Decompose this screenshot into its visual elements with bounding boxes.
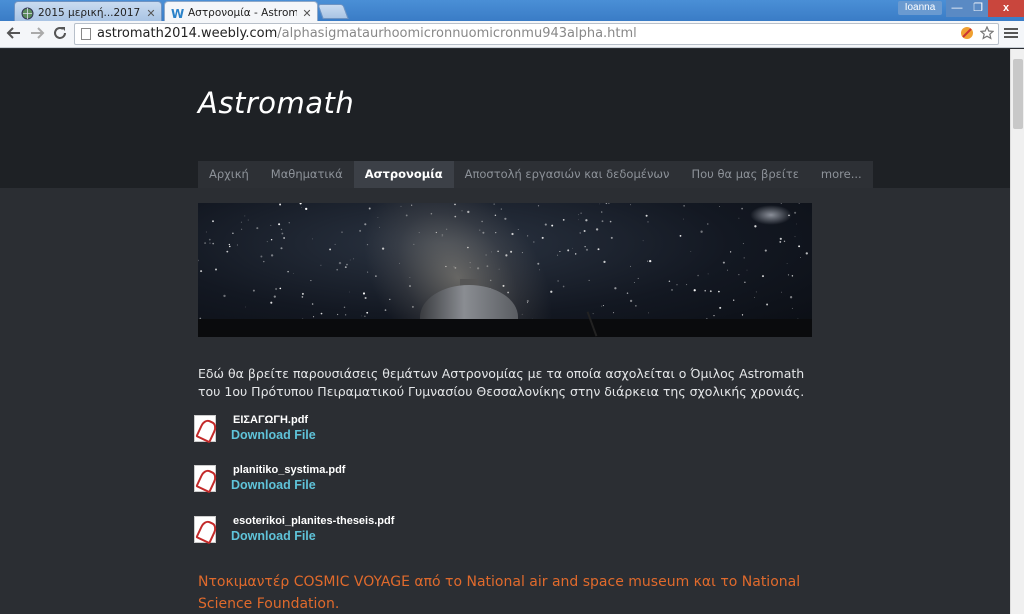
nav-item-home[interactable]: Αρχική (198, 161, 260, 188)
site-title[interactable]: Astromath (198, 86, 354, 120)
banner-image (198, 203, 812, 337)
horizon (198, 319, 812, 337)
arrow-left-icon (6, 27, 20, 39)
forward-button[interactable] (27, 25, 47, 43)
vertical-scrollbar[interactable] (1010, 49, 1024, 614)
intro-paragraph: Εδώ θα βρείτε παρουσιάσεις θεμάτων Αστρο… (198, 366, 805, 399)
new-tab-button[interactable] (317, 4, 349, 19)
browser-title-bar: 2015 μερική...2017 Αμερικα ✕ W Αστρονομί… (0, 0, 1024, 21)
file-item: ΕΙΣΑΓΩΓΗ.pdf Download File (194, 413, 494, 447)
back-button[interactable] (4, 25, 24, 43)
scrollbar-thumb[interactable] (1013, 59, 1023, 129)
nav-item-submissions[interactable]: Αποστολή εργασιών και δεδομένων (454, 161, 681, 188)
file-item: planitiko_systima.pdf Download File (194, 463, 494, 497)
pdf-icon[interactable] (194, 516, 216, 543)
download-file-link[interactable]: Download File (231, 428, 316, 442)
file-name: ΕΙΣΑΓΩΓΗ.pdf (233, 414, 309, 426)
tab-label: 2015 μερική...2017 Αμερικα (38, 7, 141, 19)
arrow-right-icon (31, 27, 45, 39)
documentary-heading: Ντοκιμαντέρ COSMIC VOYAGE από το Nationa… (198, 574, 801, 612)
magellanic-cloud (750, 205, 792, 225)
user-profile-badge[interactable]: Ioanna (898, 1, 942, 15)
nav-item-location[interactable]: Που θα μας βρείτε (680, 161, 809, 188)
nav-item-math[interactable]: Μαθηματικά (260, 161, 354, 188)
page-viewport: Astromath Αρχική Μαθηματικά Αστρονομία Α… (0, 49, 1010, 614)
file-name: planitiko_systima.pdf (233, 464, 346, 476)
globe-icon (21, 7, 34, 20)
download-file-link[interactable]: Download File (231, 529, 316, 543)
file-item: esoterikoi_planites-theseis.pdf Download… (194, 514, 494, 548)
weebly-icon: W (171, 7, 184, 21)
reload-icon (54, 27, 66, 39)
close-icon[interactable]: ✕ (145, 7, 157, 20)
reload-button[interactable] (50, 25, 70, 43)
url-path: /alphasigmataurhoomicronnuomicronmu943al… (277, 26, 637, 41)
file-name: esoterikoi_planites-theseis.pdf (233, 515, 395, 527)
svg-text:W: W (171, 7, 184, 20)
tab-astronomy[interactable]: W Αστρονομία - Astromath ✕ (164, 1, 318, 21)
tab-label: Αστρονομία - Astromath (188, 7, 297, 19)
address-bar[interactable]: astromath2014.weebly.com/alphasigmataurh… (74, 23, 999, 45)
close-window-button[interactable]: x (988, 0, 1024, 17)
pdf-icon[interactable] (194, 415, 216, 442)
bookmark-star-icon[interactable] (979, 25, 995, 44)
site-nav: Αρχική Μαθηματικά Αστρονομία Αποστολή ερ… (198, 161, 873, 188)
url-host: astromath2014.weebly.com (97, 26, 278, 41)
nav-item-more[interactable]: more... (810, 161, 873, 188)
download-file-link[interactable]: Download File (231, 478, 316, 492)
extension-icon[interactable] (960, 26, 974, 44)
menu-icon[interactable] (1004, 26, 1018, 42)
pdf-icon[interactable] (194, 465, 216, 492)
close-icon[interactable]: ✕ (301, 7, 313, 20)
tab-news[interactable]: 2015 μερική...2017 Αμερικα ✕ (14, 1, 162, 21)
maximize-button[interactable]: ❐ (968, 0, 988, 17)
browser-toolbar: astromath2014.weebly.com/alphasigmataurh… (0, 21, 1024, 48)
nav-item-astronomy[interactable]: Αστρονομία (353, 161, 454, 188)
minimize-button[interactable]: — (946, 0, 968, 17)
page-icon (81, 28, 91, 40)
